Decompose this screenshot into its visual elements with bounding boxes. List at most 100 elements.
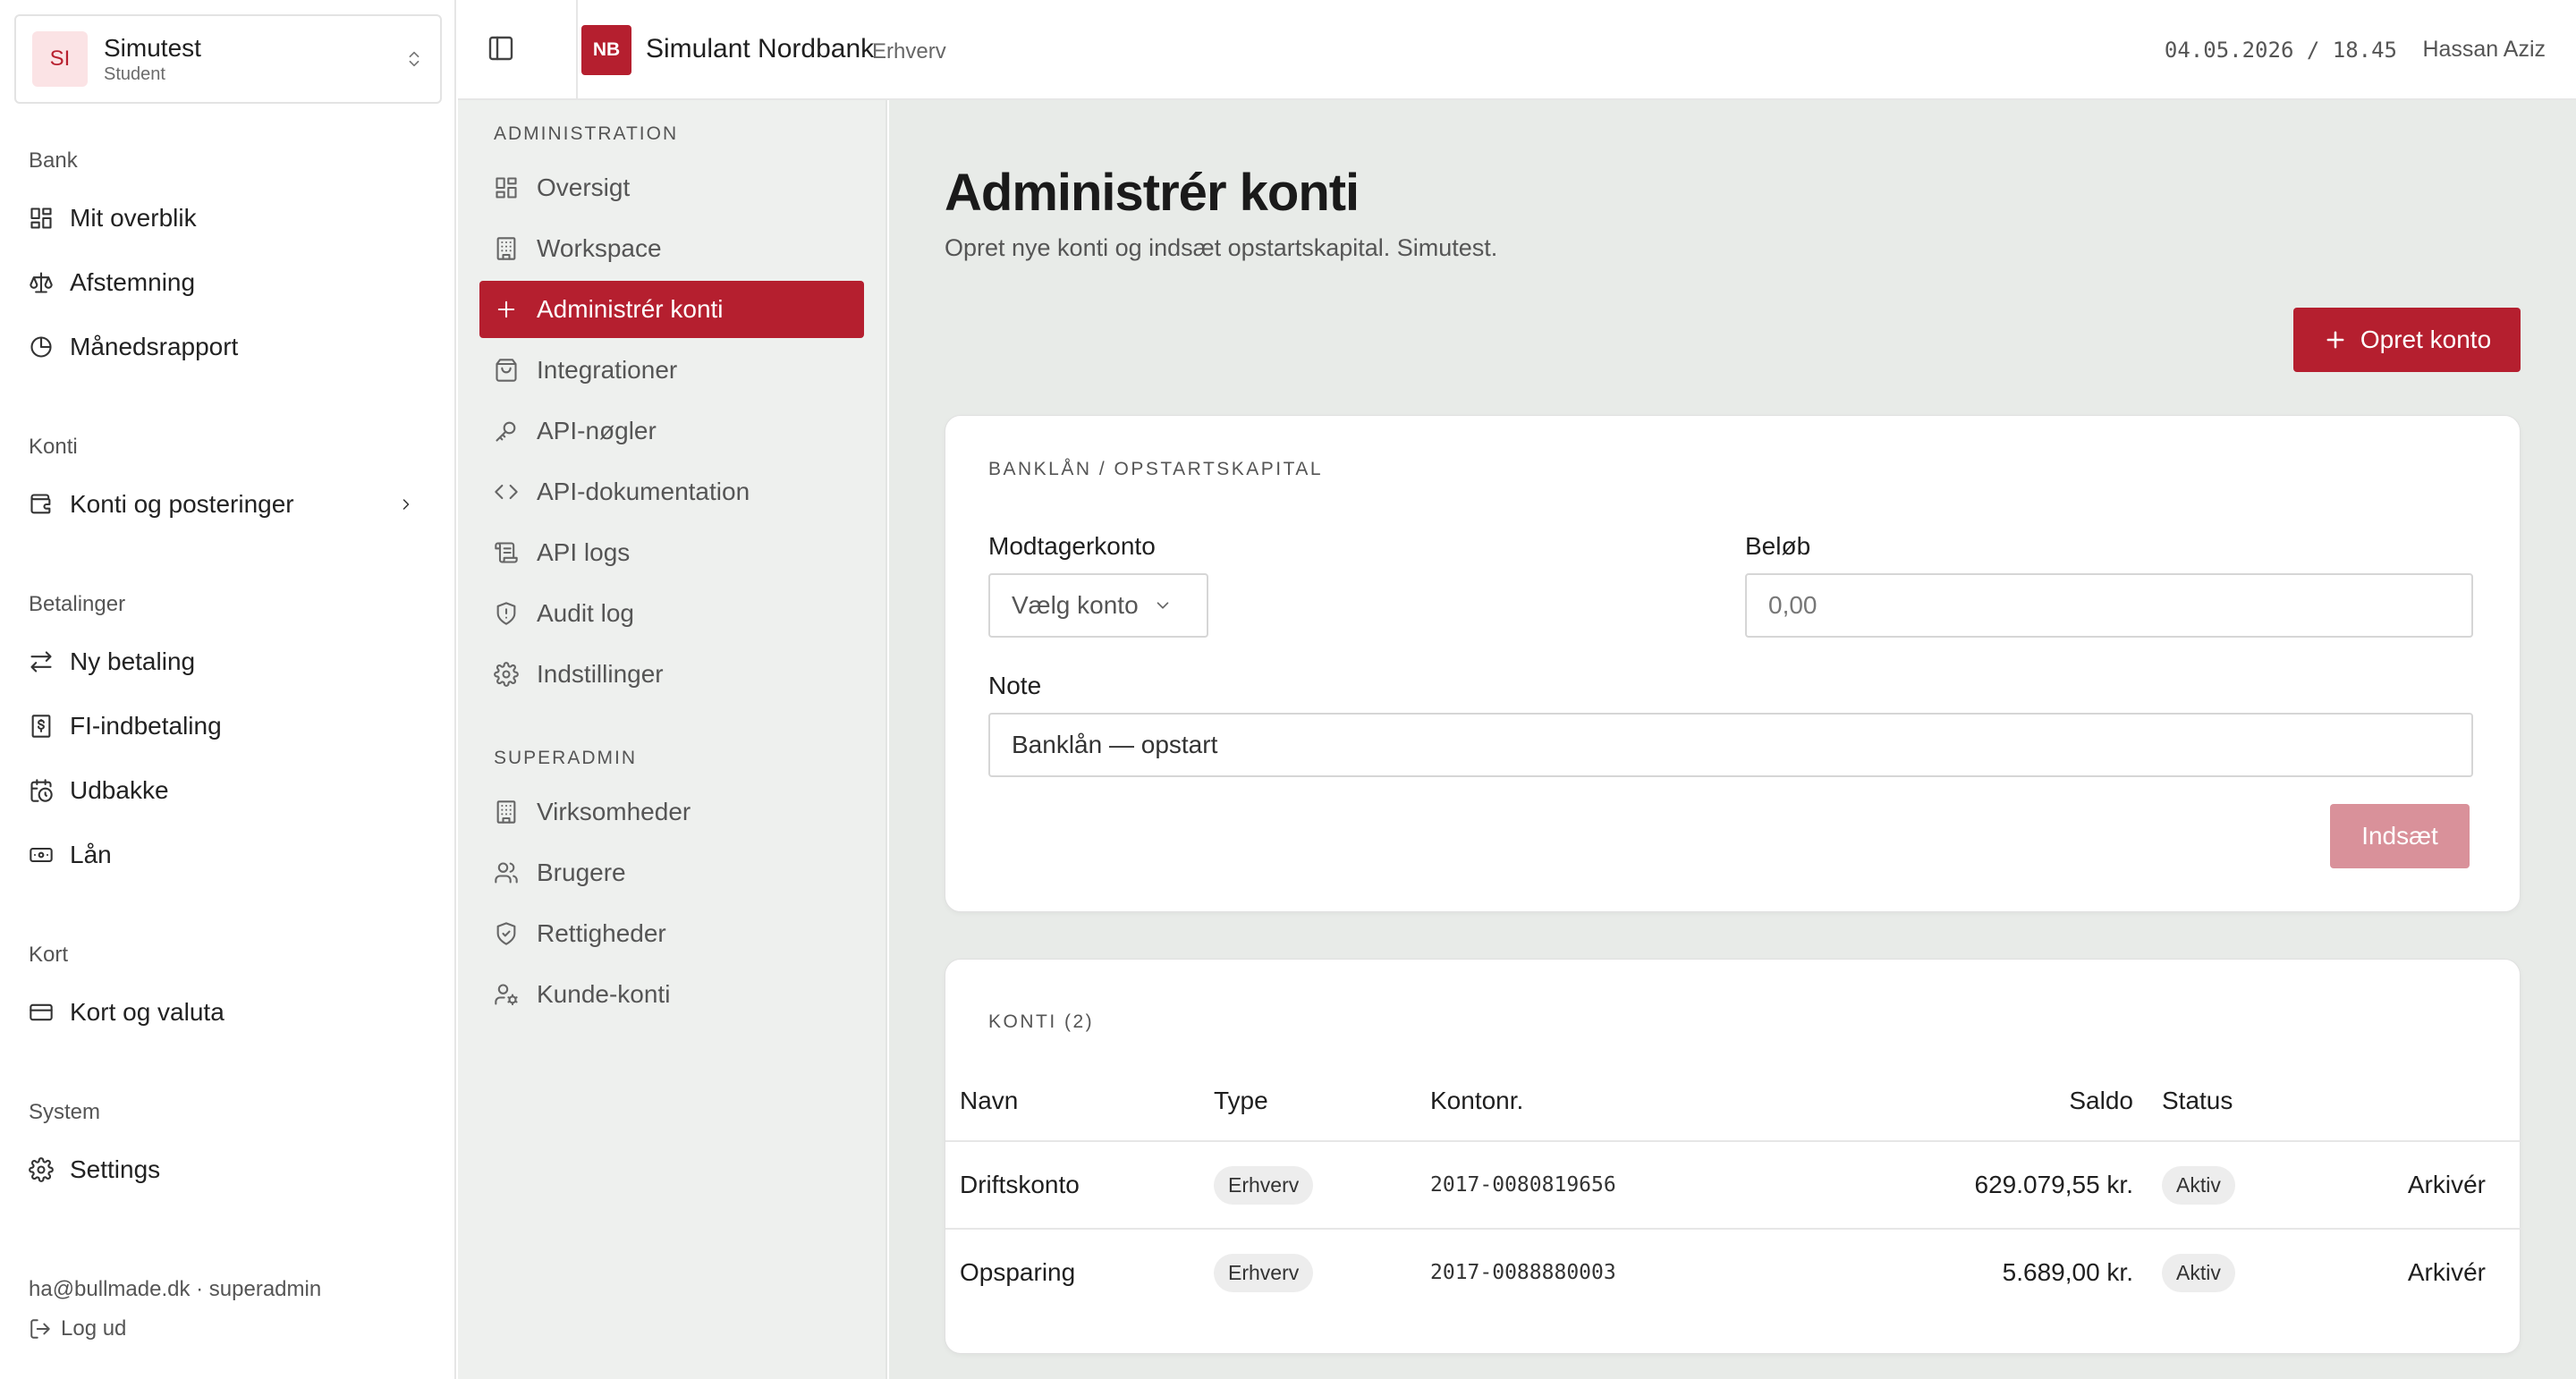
account-balance: 629.079,55 kr.: [1974, 1171, 2133, 1198]
column-header-status[interactable]: Status: [2162, 1087, 2233, 1115]
sidebar-item-label: Udbakke: [70, 776, 169, 804]
scale-icon: [30, 272, 53, 293]
admin-item-label: API-dokumentation: [537, 478, 750, 505]
account-status-cell: Aktiv: [2162, 1142, 2235, 1228]
sidebar-item-maanedsrapport[interactable]: Månedsrapport: [29, 320, 431, 374]
wallet-icon: [30, 494, 51, 514]
admin-item-label: Brugere: [537, 859, 626, 886]
amount-input[interactable]: [1745, 573, 2473, 638]
create-account-button[interactable]: Opret konto: [2293, 308, 2521, 372]
header-datetime: 04.05.2026 / 18.45: [2164, 38, 2397, 63]
credit-card-icon: [30, 1003, 53, 1021]
admin-item-api-dokumentation[interactable]: API-dokumentation: [479, 463, 864, 520]
dashboard-icon: [30, 207, 52, 229]
header-divider: [576, 0, 578, 100]
org-role: Student: [104, 64, 165, 84]
column-header-number[interactable]: Kontonr.: [1430, 1087, 1523, 1115]
scroll-icon: [495, 542, 518, 563]
nav-section-system: System: [29, 1100, 101, 1124]
account-type-cell: Erhverv: [1214, 1142, 1314, 1228]
account-name: Opsparing: [960, 1258, 1076, 1286]
sidebar-item-afstemning[interactable]: Afstemning: [29, 256, 431, 309]
org-info: Simutest Student: [104, 33, 404, 85]
admin-item-administrer-konti[interactable]: Administrér konti: [479, 281, 864, 338]
create-account-label: Opret konto: [2360, 326, 2492, 353]
org-switcher[interactable]: SI Simutest Student: [14, 14, 442, 104]
bank-logo: NB: [581, 25, 631, 75]
chevron-right-icon: [402, 499, 410, 510]
sidebar-item-label: Konti og posteringer: [70, 490, 294, 518]
account-status-cell: Aktiv: [2162, 1230, 2235, 1316]
deposit-card: BANKLÅN / OPSTARTSKAPITAL Modtagerkonto …: [945, 415, 2521, 912]
account-info: ha@bullmade.dk · superadmin: [29, 1277, 322, 1301]
archive-button[interactable]: Arkivér: [2341, 1142, 2486, 1228]
admin-item-label: Rettigheder: [537, 919, 666, 947]
dashboard-icon: [496, 177, 517, 199]
column-header-balance[interactable]: Saldo: [2010, 1087, 2133, 1115]
admin-item-label: Workspace: [537, 234, 662, 262]
admin-item-oversigt[interactable]: Oversigt: [479, 159, 864, 216]
sidebar-item-label: Kort og valuta: [70, 998, 225, 1026]
archive-button[interactable]: Arkivér: [2341, 1230, 2486, 1316]
column-header-name[interactable]: Navn: [960, 1087, 1018, 1115]
amount-label: Beløb: [1745, 532, 1811, 560]
code-icon: [495, 484, 518, 500]
org-name: Simutest: [104, 34, 201, 62]
admin-item-kunde-konti[interactable]: Kunde-konti: [479, 966, 864, 1023]
sidebar-item-label: Lån: [70, 841, 112, 868]
logout-icon: [30, 1319, 50, 1339]
recipient-select-value: Vælg konto: [1012, 591, 1139, 619]
admin-item-api-logs[interactable]: API logs: [479, 524, 864, 581]
recipient-label: Modtagerkonto: [988, 532, 1156, 560]
sidebar-toggle-button[interactable]: [487, 34, 515, 67]
page-title: Administrér konti: [945, 164, 1360, 222]
logout-label: Log ud: [61, 1316, 127, 1341]
note-label: Note: [988, 672, 1042, 699]
main-sidebar: SI Simutest Student Bank Mit overblik Af…: [0, 0, 456, 1379]
nav-section-konti: Konti: [29, 435, 78, 459]
table-row[interactable]: Driftskonto Erhverv 2017-0080819656 629.…: [945, 1142, 2521, 1228]
gear-icon: [494, 662, 519, 687]
header-user-name[interactable]: Hassan Aziz: [2422, 37, 2546, 63]
building-icon: [496, 237, 516, 260]
main-content: Administrér konti Opret nye konti og ind…: [889, 100, 2576, 1379]
sidebar-item-mit-overblik[interactable]: Mit overblik: [29, 191, 431, 245]
admin-item-brugere[interactable]: Brugere: [479, 844, 864, 901]
sidebar-item-ny-betaling[interactable]: Ny betaling: [29, 635, 431, 689]
banknote-icon: [30, 847, 53, 863]
package-icon: [496, 359, 517, 382]
sidebar-item-settings[interactable]: Settings: [29, 1143, 431, 1197]
sidebar-item-fi-indbetaling[interactable]: FI-indbetaling: [29, 699, 431, 753]
admin-item-workspace[interactable]: Workspace: [479, 220, 864, 277]
building-icon: [496, 800, 516, 824]
admin-item-indstillinger[interactable]: Indstillinger: [479, 646, 864, 703]
page-subtitle: Opret nye konti og indsæt opstartskapita…: [945, 234, 1498, 261]
admin-item-audit-log[interactable]: Audit log: [479, 585, 864, 642]
admin-item-api-noegler[interactable]: API-nøgler: [479, 402, 864, 460]
account-number: 2017-0080819656: [1430, 1173, 1616, 1197]
insert-button[interactable]: Indsæt: [2330, 804, 2470, 868]
recipient-select[interactable]: Vælg konto: [988, 573, 1208, 638]
note-input[interactable]: [988, 713, 2473, 777]
admin-item-virksomheder[interactable]: Virksomheder: [479, 783, 864, 841]
sidebar-item-label: Ny betaling: [70, 647, 196, 675]
sidebar-item-label: Afstemning: [70, 268, 196, 296]
type-badge: Erhverv: [1214, 1165, 1314, 1205]
sidebar-item-label: Mit overblik: [70, 204, 197, 232]
sidebar-item-udbakke[interactable]: Udbakke: [29, 764, 431, 817]
logout-link[interactable]: Log ud: [29, 1316, 126, 1341]
table-row[interactable]: Opsparing Erhverv 2017-0088880003 5.689,…: [945, 1230, 2521, 1316]
admin-item-rettigheder[interactable]: Rettigheder: [479, 905, 864, 962]
sidebar-item-kort-og-valuta[interactable]: Kort og valuta: [29, 986, 431, 1039]
shield-check-icon: [496, 922, 516, 945]
sidebar-item-konti-og-posteringer[interactable]: Konti og posteringer: [29, 478, 431, 531]
admin-item-integrationer[interactable]: Integrationer: [479, 342, 864, 399]
admin-item-label: API-nøgler: [537, 417, 657, 444]
column-header-type[interactable]: Type: [1214, 1087, 1268, 1115]
account-name: Driftskonto: [960, 1171, 1080, 1198]
chevron-down-icon: [1157, 602, 1168, 609]
sidebar-item-laan[interactable]: Lån: [29, 828, 431, 882]
admin-item-label: Oversigt: [537, 173, 631, 201]
pie-chart-icon: [30, 336, 52, 358]
accounts-card-title: KONTI (2): [988, 1011, 1095, 1032]
